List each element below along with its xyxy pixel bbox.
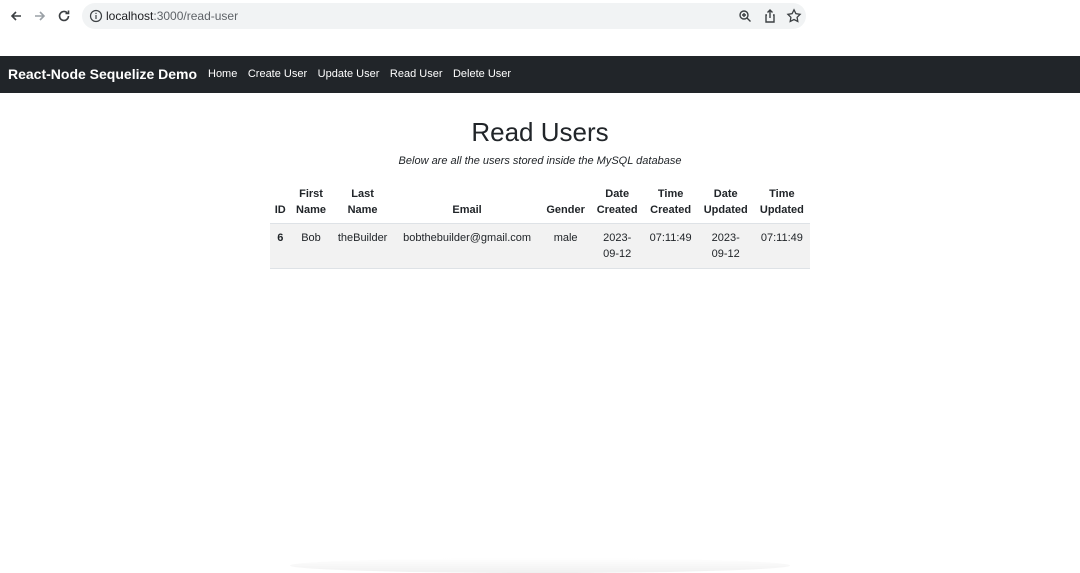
header-date-updated: Date Updated: [697, 186, 754, 224]
arrow-left-icon: [10, 11, 21, 21]
header-time-created-line2: Created: [650, 204, 692, 216]
nav-link-home[interactable]: Home: [208, 68, 237, 80]
nav-links: Home Create User Update User Read User D…: [208, 68, 522, 80]
header-last-name-line2: Name: [347, 204, 378, 216]
cell-gender: male: [540, 223, 591, 269]
url-text: localhost:3000/read-user: [106, 8, 238, 24]
cell-date-created-line1: 2023-: [603, 232, 632, 244]
header-date-updated-line2: Updated: [703, 204, 748, 216]
site-info-icon: [89, 9, 103, 23]
header-first-name-line2: Name: [296, 204, 326, 216]
cell-time-created: 07:11:49: [643, 223, 698, 269]
reload-button[interactable]: [53, 5, 75, 27]
cell-email: bobthebuilder@gmail.com: [393, 223, 541, 269]
header-time-updated: Time Updated: [753, 186, 810, 224]
header-time-created-line1: Time: [657, 188, 684, 200]
cell-date-created: 2023- 09-12: [590, 223, 644, 269]
header-email: Email: [393, 186, 541, 224]
bottom-shadow: [290, 558, 790, 573]
browser-toolbar: localhost:3000/read-user: [0, 0, 1080, 32]
forward-button[interactable]: [29, 5, 51, 27]
cell-date-updated-line2: 09-12: [711, 248, 740, 260]
header-time-created: Time Created: [643, 186, 698, 224]
reload-icon: [58, 10, 70, 22]
header-date-created-line2: Created: [596, 204, 638, 216]
page-title: Read Users: [471, 117, 609, 147]
url-host: localhost: [106, 9, 154, 23]
header-first-name: First Name: [290, 186, 332, 224]
header-last-name: Last Name: [331, 186, 394, 224]
share-icon[interactable]: [762, 8, 778, 24]
app-navbar: React-Node Sequelize Demo Home Create Us…: [0, 56, 1080, 93]
header-gender: Gender: [540, 186, 591, 224]
cell-date-updated-line1: 2023-: [711, 232, 740, 244]
cell-date-created-line2: 09-12: [603, 248, 632, 260]
arrow-right-icon: [35, 11, 46, 21]
zoom-icon[interactable]: [737, 8, 753, 24]
header-time-updated-line1: Time: [769, 188, 795, 200]
nav-link-delete-user[interactable]: Delete User: [453, 68, 511, 80]
header-date-created-line1: Date: [605, 188, 630, 200]
back-button[interactable]: [5, 5, 27, 27]
nav-link-create-user[interactable]: Create User: [248, 68, 307, 80]
cell-last-name: theBuilder: [331, 223, 394, 269]
bookmark-star-icon[interactable]: [786, 8, 802, 24]
url-path: :3000/read-user: [153, 9, 239, 23]
table-row: 6 Bob theBuilder bobthebuilder@gmail.com…: [270, 223, 810, 269]
nav-link-update-user[interactable]: Update User: [318, 68, 380, 80]
page-subtitle: Below are all the users stored inside th…: [398, 155, 682, 167]
cell-date-updated: 2023- 09-12: [697, 223, 754, 269]
header-date-created: Date Created: [590, 186, 644, 224]
header-id: ID: [270, 186, 291, 224]
users-table: ID First Name Last Name Email Gender Date C…: [270, 186, 810, 269]
navbar-brand[interactable]: React-Node Sequelize Demo: [8, 66, 197, 82]
header-last-name-line1: Last: [351, 188, 374, 200]
table-header-row: ID First Name Last Name Email Gender Date C…: [270, 186, 810, 224]
header-first-name-line1: First: [299, 188, 323, 200]
cell-first-name: Bob: [290, 223, 332, 269]
cell-time-updated: 07:11:49: [753, 223, 810, 269]
header-date-updated-line1: Date: [713, 188, 738, 200]
cell-id: 6: [270, 223, 291, 269]
address-bar[interactable]: localhost:3000/read-user: [82, 3, 806, 29]
nav-link-read-user[interactable]: Read User: [390, 68, 443, 80]
header-time-updated-line2: Updated: [759, 204, 804, 216]
